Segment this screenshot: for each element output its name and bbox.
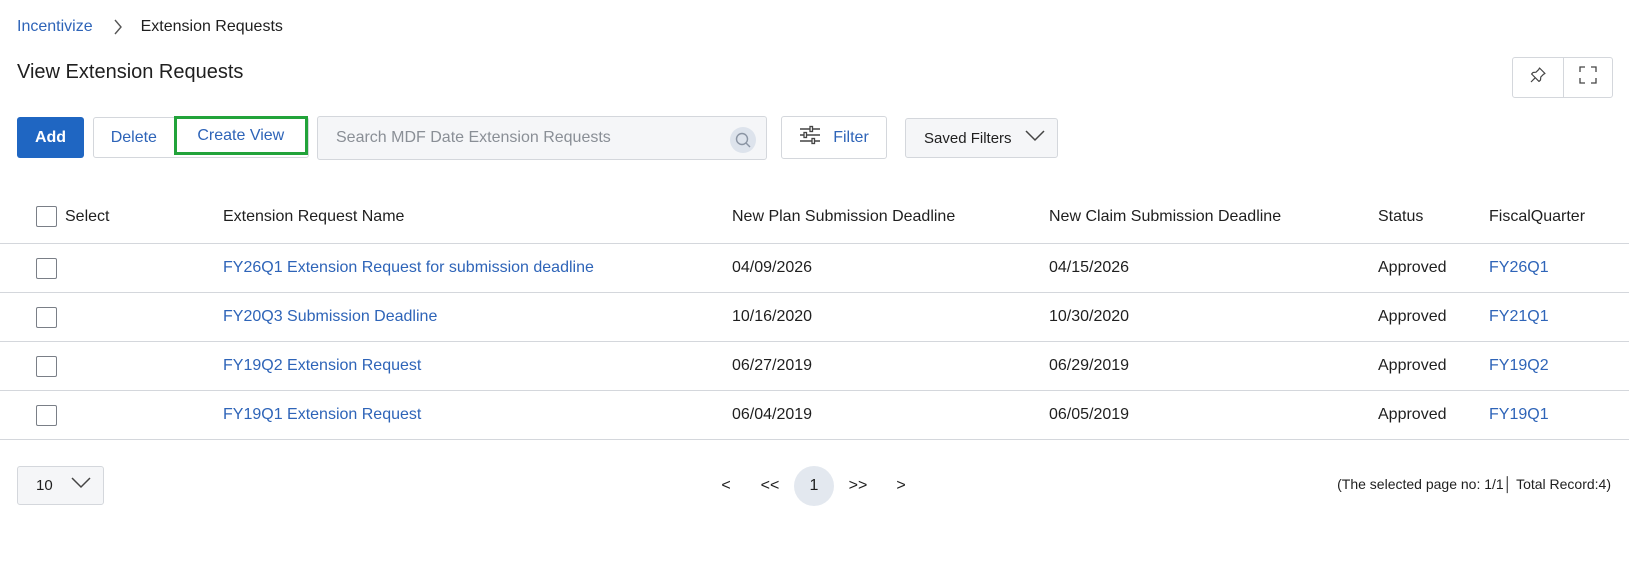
sliders-icon: [799, 125, 821, 150]
chevron-right-icon: [103, 16, 133, 38]
claim-deadline-cell: 06/29/2019: [1049, 357, 1130, 374]
status-cell: Approved: [1378, 308, 1447, 325]
last-page-button[interactable]: >>: [846, 466, 870, 506]
fiscal-quarter-link[interactable]: FY21Q1: [1489, 293, 1549, 341]
page-size-value: 10: [36, 477, 53, 494]
previous-page-button[interactable]: <: [718, 466, 734, 506]
page-size-select[interactable]: 10: [17, 466, 104, 505]
breadcrumb-incentivize-link[interactable]: Incentivize: [17, 18, 93, 36]
plan-deadline-column-header: New Plan Submission Deadline: [732, 207, 956, 225]
status-cell: Approved: [1378, 357, 1447, 374]
claim-deadline-cell: 06/05/2019: [1049, 406, 1130, 423]
select-all-cell: Select: [36, 190, 109, 243]
plan-deadline-cell: 06/27/2019: [732, 357, 813, 374]
request-name-link[interactable]: FY19Q2 Extension Request: [223, 342, 421, 390]
select-column-header: Select: [65, 207, 110, 225]
current-page-button[interactable]: 1: [794, 466, 834, 506]
saved-filters-dropdown[interactable]: Saved Filters: [905, 118, 1058, 158]
row-checkbox[interactable]: [36, 355, 57, 377]
first-page-button[interactable]: <<: [758, 466, 782, 506]
claim-deadline-cell: 04/15/2026: [1049, 259, 1130, 276]
filter-button[interactable]: Filter: [781, 116, 887, 159]
table-row: FY19Q2 Extension Request 06/27/2019 06/2…: [0, 342, 1629, 391]
pin-icon: [1529, 66, 1547, 89]
delete-button[interactable]: Delete: [94, 118, 174, 157]
request-name-link[interactable]: FY19Q1 Extension Request: [223, 391, 421, 439]
fiscal-quarter-link[interactable]: FY19Q1: [1489, 391, 1549, 439]
claim-deadline-cell: 10/30/2020: [1049, 308, 1130, 325]
plan-deadline-cell: 10/16/2020: [732, 308, 813, 325]
page-title: View Extension Requests: [17, 61, 244, 83]
status-column-header: Status: [1378, 207, 1424, 225]
breadcrumb-current: Extension Requests: [140, 18, 283, 35]
row-checkbox[interactable]: [36, 404, 57, 426]
create-view-button[interactable]: Create View: [173, 116, 308, 155]
extension-requests-table: Select Extension Request Name New Plan S…: [0, 190, 1629, 440]
table-row: FY19Q1 Extension Request 06/04/2019 06/0…: [0, 391, 1629, 440]
fiscal-quarter-link[interactable]: FY26Q1: [1489, 244, 1549, 292]
saved-filters-label: Saved Filters: [924, 129, 1012, 147]
row-checkbox[interactable]: [36, 257, 57, 279]
pin-button[interactable]: [1513, 58, 1563, 97]
table-row: FY26Q1 Extension Request for submission …: [0, 244, 1629, 293]
fullscreen-button[interactable]: [1562, 58, 1613, 97]
status-cell: Approved: [1378, 406, 1447, 423]
table-row: FY20Q3 Submission Deadline 10/16/2020 10…: [0, 293, 1629, 342]
fiscal-quarter-column-header: FiscalQuarter: [1489, 207, 1586, 225]
row-checkbox[interactable]: [36, 306, 57, 328]
next-page-button[interactable]: >: [893, 466, 909, 506]
search-input[interactable]: [336, 129, 726, 147]
add-button[interactable]: Add: [17, 117, 84, 158]
chevron-down-icon: [71, 476, 91, 494]
request-name-link[interactable]: FY20Q3 Submission Deadline: [223, 293, 437, 341]
page-info: (The selected page no: 1/1│ Total Record…: [1337, 476, 1611, 492]
status-cell: Approved: [1378, 259, 1447, 276]
table-header: Select Extension Request Name New Plan S…: [0, 190, 1629, 244]
search-box: [317, 116, 767, 160]
action-button-group: Delete Create View: [93, 116, 309, 158]
plan-deadline-cell: 06/04/2019: [732, 406, 813, 423]
plan-deadline-cell: 04/09/2026: [732, 259, 813, 276]
select-all-checkbox[interactable]: [36, 206, 57, 227]
claim-deadline-column-header: New Claim Submission Deadline: [1049, 207, 1282, 225]
fiscal-quarter-link[interactable]: FY19Q2: [1489, 342, 1549, 390]
request-name-link[interactable]: FY26Q1 Extension Request for submission …: [223, 244, 594, 292]
filter-label: Filter: [833, 128, 869, 146]
search-icon[interactable]: [730, 127, 756, 153]
chevron-down-icon: [1025, 129, 1045, 147]
breadcrumb: Incentivize Extension Requests: [17, 16, 283, 38]
name-column-header: Extension Request Name: [223, 207, 405, 225]
toolbar: Add Delete Create View Filter Saved Filt…: [0, 116, 1629, 160]
view-controls: [1512, 57, 1613, 98]
fullscreen-icon: [1579, 66, 1597, 89]
